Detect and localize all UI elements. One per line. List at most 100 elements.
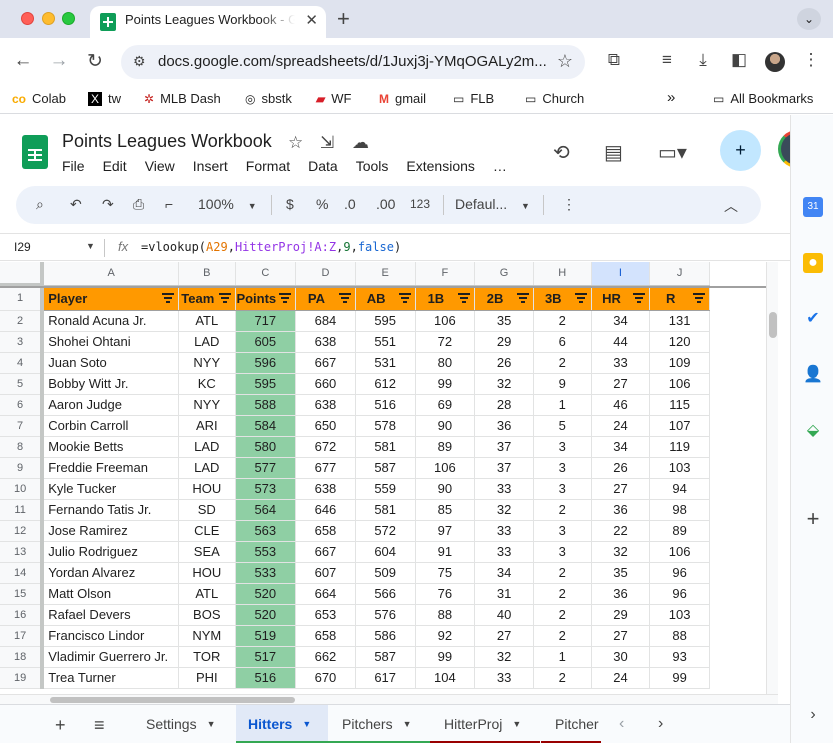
data-cell[interactable]: 31: [474, 583, 534, 605]
minimize-window-button[interactable]: [42, 12, 55, 25]
data-cell[interactable]: 662: [295, 646, 356, 668]
calendar-icon[interactable]: 31: [803, 197, 823, 217]
data-cell[interactable]: 2: [533, 583, 592, 605]
data-cell[interactable]: 2: [533, 562, 592, 584]
bookmark-sbstk[interactable]: ◎ sbstk: [245, 91, 292, 106]
more-options-icon[interactable]: ⋮: [562, 196, 576, 213]
player-cell[interactable]: Bobby Witt Jr.: [42, 373, 180, 395]
data-cell[interactable]: 660: [295, 373, 356, 395]
data-cell[interactable]: 3: [533, 478, 592, 500]
data-cell[interactable]: 2: [533, 604, 592, 626]
data-cell[interactable]: 27: [474, 625, 534, 647]
column-header-h[interactable]: H: [533, 262, 592, 286]
data-cell[interactable]: ARI: [178, 415, 236, 437]
data-cell[interactable]: 2: [533, 310, 592, 332]
row-header[interactable]: 11: [0, 499, 45, 521]
data-cell[interactable]: LAD: [178, 436, 236, 458]
data-cell[interactable]: 103: [649, 457, 710, 479]
data-cell[interactable]: 564: [235, 499, 297, 521]
data-cell[interactable]: 103: [649, 604, 710, 626]
data-cell[interactable]: 612: [355, 373, 416, 395]
data-cell[interactable]: 88: [415, 604, 476, 626]
row-header[interactable]: 19: [0, 667, 45, 689]
data-cell[interactable]: 576: [355, 604, 416, 626]
data-cell[interactable]: 36: [591, 583, 651, 605]
share-add-person-button[interactable]: +: [720, 130, 761, 171]
data-cell[interactable]: 3: [533, 457, 592, 479]
filter-icon[interactable]: [218, 292, 231, 303]
player-cell[interactable]: Shohei Ohtani: [42, 331, 180, 353]
data-cell[interactable]: 99: [649, 667, 710, 689]
row-header[interactable]: 10: [0, 478, 45, 500]
data-cell[interactable]: 638: [295, 478, 356, 500]
scroll-tabs-left-icon[interactable]: ‹: [619, 715, 624, 733]
data-cell[interactable]: 35: [591, 562, 651, 584]
download-icon[interactable]: ⤓: [691, 50, 715, 70]
data-cell[interactable]: 667: [295, 352, 356, 374]
more-formats-button[interactable]: 123: [410, 197, 430, 211]
data-cell[interactable]: 581: [355, 436, 416, 458]
all-sheets-menu-icon[interactable]: ≡: [94, 715, 105, 736]
data-cell[interactable]: 677: [295, 457, 356, 479]
data-cell[interactable]: 684: [295, 310, 356, 332]
filter-icon[interactable]: [279, 292, 292, 303]
search-menus-icon[interactable]: ⌕: [36, 196, 44, 213]
menu-edit[interactable]: Edit: [103, 158, 127, 174]
data-cell[interactable]: 33: [474, 667, 534, 689]
data-cell[interactable]: 664: [295, 583, 356, 605]
forward-icon[interactable]: →: [47, 50, 71, 72]
data-cell[interactable]: 573: [235, 478, 297, 500]
data-cell[interactable]: 595: [355, 310, 416, 332]
data-cell[interactable]: 3: [533, 436, 592, 458]
data-cell[interactable]: 99: [415, 373, 476, 395]
data-cell[interactable]: 9: [533, 373, 592, 395]
horizontal-scroll-thumb[interactable]: [50, 697, 295, 703]
data-cell[interactable]: 516: [355, 394, 416, 416]
data-cell[interactable]: 717: [235, 310, 297, 332]
player-cell[interactable]: Ronald Acuna Jr.: [42, 310, 180, 332]
column-header-i[interactable]: I: [591, 262, 651, 286]
data-cell[interactable]: 106: [415, 310, 476, 332]
cell-table[interactable]: ABCDEFGHIJ 1 Player Team Points PA AB 1B 2B 3B H…: [0, 262, 766, 689]
row-header[interactable]: 15: [0, 583, 45, 605]
data-cell[interactable]: 115: [649, 394, 710, 416]
data-cell[interactable]: 650: [295, 415, 356, 437]
column-header-a[interactable]: A: [42, 262, 180, 286]
data-cell[interactable]: 35: [474, 310, 534, 332]
data-cell[interactable]: 76: [415, 583, 476, 605]
data-cell[interactable]: 520: [235, 604, 297, 626]
redo-icon[interactable]: ↷: [102, 196, 114, 213]
player-cell[interactable]: Jose Ramirez: [42, 520, 180, 542]
get-addons-icon[interactable]: +: [803, 508, 823, 530]
data-cell[interactable]: 516: [235, 667, 297, 689]
data-cell[interactable]: 36: [591, 499, 651, 521]
data-cell[interactable]: 563: [235, 520, 297, 542]
sheets-logo-icon[interactable]: [22, 135, 48, 169]
name-box[interactable]: I29: [14, 240, 31, 254]
decrease-decimal-button[interactable]: .0: [344, 196, 356, 212]
data-cell[interactable]: 34: [591, 436, 651, 458]
data-cell[interactable]: 40: [474, 604, 534, 626]
sheet-tab-hitters[interactable]: Hitters ▼: [236, 705, 328, 743]
close-window-button[interactable]: [21, 12, 34, 25]
sheet-tab-settings[interactable]: Settings ▼: [132, 705, 230, 743]
data-cell[interactable]: 32: [474, 373, 534, 395]
row-header[interactable]: 5: [0, 373, 45, 395]
data-cell[interactable]: 5: [533, 415, 592, 437]
data-cell[interactable]: 89: [649, 520, 710, 542]
data-cell[interactable]: 106: [649, 541, 710, 563]
select-all-corner[interactable]: [0, 262, 45, 287]
data-cell[interactable]: 559: [355, 478, 416, 500]
player-cell[interactable]: Mookie Betts: [42, 436, 180, 458]
data-cell[interactable]: 72: [415, 331, 476, 353]
data-cell[interactable]: 667: [295, 541, 356, 563]
data-cell[interactable]: 584: [235, 415, 297, 437]
header-cell[interactable]: PA: [295, 285, 356, 311]
menu-more[interactable]: …: [493, 158, 507, 174]
data-cell[interactable]: 653: [295, 604, 356, 626]
data-cell[interactable]: 104: [415, 667, 476, 689]
row-header[interactable]: 14: [0, 562, 45, 584]
data-cell[interactable]: 27: [591, 478, 651, 500]
data-cell[interactable]: 106: [415, 457, 476, 479]
data-cell[interactable]: 578: [355, 415, 416, 437]
